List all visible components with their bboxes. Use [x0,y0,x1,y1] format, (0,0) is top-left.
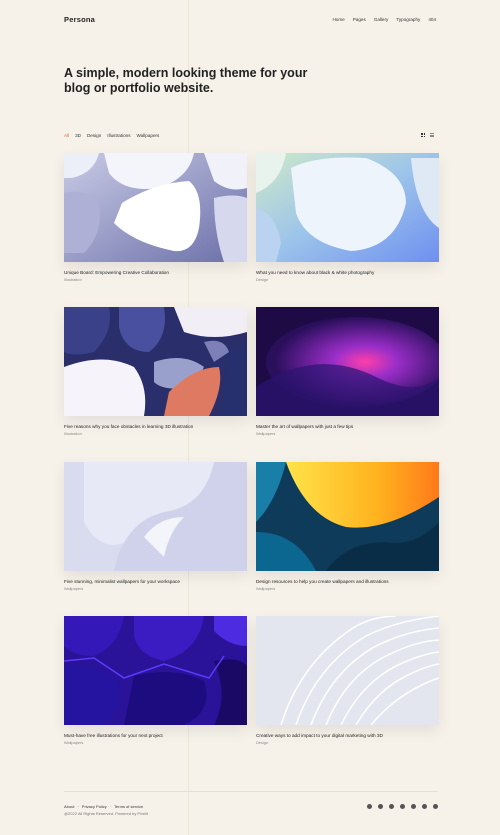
post-card[interactable]: Unique Board: Empowering Creative Collab… [64,153,247,282]
post-thumbnail[interactable] [256,153,439,262]
post-title[interactable]: Five stunning, minimalist wallpapers for… [64,579,247,584]
social-links [367,804,438,809]
post-category[interactable]: Illustration [64,277,247,282]
filter-design[interactable]: Design [87,133,101,138]
post-thumbnail[interactable] [64,616,247,725]
post-thumbnail[interactable] [256,462,439,571]
copyright: @2022 All Rights Reserved. Powered by Pi… [64,811,149,816]
post-card[interactable]: Master the art of wallpapers with just a… [256,307,439,436]
twitter-icon[interactable] [378,804,383,809]
github-icon[interactable] [367,804,372,809]
nav-typography[interactable]: Typography [396,17,420,22]
site-logo[interactable]: Persona [64,15,95,24]
footer-link-terms[interactable]: Terms of service [114,804,143,809]
post-category[interactable]: Illustration [64,431,247,436]
filter-3d[interactable]: 3D [75,133,81,138]
post-card[interactable]: What you need to know about black & whit… [256,153,439,282]
post-thumbnail[interactable] [256,616,439,725]
post-category[interactable]: Wallpapers [256,586,439,591]
post-title[interactable]: Master the art of wallpapers with just a… [256,424,439,429]
pinterest-icon[interactable] [422,804,427,809]
post-title[interactable]: Unique Board: Empowering Creative Collab… [64,270,247,275]
category-filter: All 3D Design Illustrations Wallpapers [64,133,159,138]
footer-link-privacy[interactable]: Privacy Policy [82,804,107,809]
post-title[interactable]: Five reasons why you face obstacles in l… [64,424,247,429]
footer-divider [64,791,438,792]
post-category[interactable]: Design [256,740,439,745]
post-card[interactable]: Five reasons why you face obstacles in l… [64,307,247,436]
filter-illustrations[interactable]: Illustrations [107,133,130,138]
filter-all[interactable]: All [64,133,69,138]
main-nav: Home Pages Gallery Typography 404 [332,17,436,22]
post-title[interactable]: Creative ways to add impact to your digi… [256,733,439,738]
post-thumbnail[interactable] [256,307,439,416]
linkedin-icon[interactable] [400,804,405,809]
view-toggle [421,133,434,137]
post-category[interactable]: Wallpapers [256,431,439,436]
nav-pages[interactable]: Pages [353,17,366,22]
nav-404[interactable]: 404 [428,17,436,22]
post-card[interactable]: Five stunning, minimalist wallpapers for… [64,462,247,591]
post-card[interactable]: Must-have free illustrations for your ne… [64,616,247,745]
post-thumbnail[interactable] [64,153,247,262]
post-thumbnail[interactable] [64,307,247,416]
instagram-icon[interactable] [389,804,394,809]
post-card[interactable]: Design resources to help you create wall… [256,462,439,591]
footer-link-about[interactable]: About [64,804,74,809]
post-title[interactable]: What you need to know about black & whit… [256,270,439,275]
vimeo-icon[interactable] [411,804,416,809]
filter-wallpapers[interactable]: Wallpapers [137,133,160,138]
footer-links: About · Privacy Policy · Terms of servic… [64,804,144,809]
site-header: Persona Home Pages Gallery Typography 40… [64,15,436,29]
nav-gallery[interactable]: Gallery [374,17,389,22]
list-view-icon[interactable] [430,133,434,137]
post-category[interactable]: Wallpapers [64,740,247,745]
nav-home[interactable]: Home [332,17,344,22]
post-category[interactable]: Design [256,277,439,282]
post-card[interactable]: Creative ways to add impact to your digi… [256,616,439,745]
grid-view-icon[interactable] [421,133,425,137]
post-thumbnail[interactable] [64,462,247,571]
post-category[interactable]: Wallpapers [64,586,247,591]
post-title[interactable]: Design resources to help you create wall… [256,579,439,584]
hero-title: A simple, modern looking theme for your … [64,66,308,95]
youtube-icon[interactable] [433,804,438,809]
post-title[interactable]: Must-have free illustrations for your ne… [64,733,247,738]
